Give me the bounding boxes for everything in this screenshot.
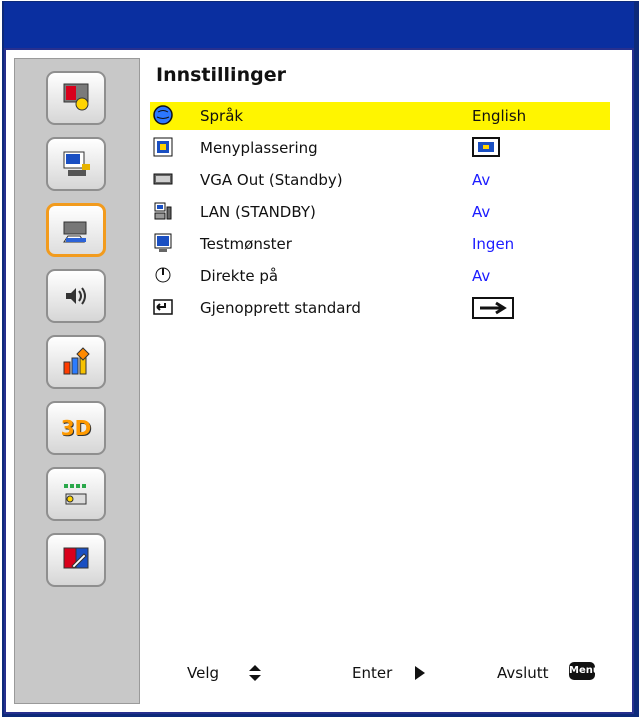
sidebar-item-interactive[interactable]	[46, 533, 106, 587]
sidebar-item-setup[interactable]	[46, 203, 106, 257]
enter-icon	[153, 299, 173, 315]
menu-row-direct-power[interactable]: Direkte på Av	[150, 262, 610, 290]
row-label: Språk	[200, 107, 244, 125]
sidebar-item-network[interactable]	[46, 467, 106, 521]
right-triangle-icon	[415, 666, 425, 680]
row-value: Av	[472, 203, 491, 221]
footer: Velg Enter Avslutt Menu	[142, 652, 628, 694]
audio-icon	[66, 287, 86, 305]
3d-icon: 3D	[60, 416, 92, 440]
sidebar: 3D	[14, 58, 140, 704]
menu-position-icon	[153, 137, 173, 157]
display-settings-icon	[63, 151, 90, 176]
row-label: Menyplassering	[200, 139, 318, 157]
arrow-right-icon	[480, 301, 507, 315]
menu-key-icon: Menu	[569, 662, 600, 680]
row-label: Direkte på	[200, 267, 279, 285]
options-icon	[63, 347, 90, 375]
row-value: Av	[472, 267, 491, 285]
row-value: Av	[472, 171, 491, 189]
menu-row-language[interactable]: Språk English	[150, 102, 610, 130]
top-bar	[4, 2, 634, 48]
sidebar-item-image[interactable]	[46, 71, 106, 125]
image-settings-icon	[63, 83, 89, 111]
row-value: English	[472, 107, 527, 125]
sidebar-item-display[interactable]	[46, 137, 106, 191]
row-label: Gjenopprett standard	[200, 299, 361, 317]
menu-row-reset[interactable]: Gjenopprett standard	[150, 294, 610, 322]
row-label: VGA Out (Standby)	[200, 171, 343, 189]
interactive-icon	[63, 547, 89, 569]
menu-row-lan[interactable]: LAN (STANDBY) Av	[150, 198, 610, 226]
setup-icon	[63, 221, 87, 243]
up-down-arrows-icon	[249, 665, 261, 681]
power-icon	[155, 267, 171, 283]
footer-exit-label: Avslutt	[497, 664, 549, 682]
footer-select-label: Velg	[187, 664, 220, 682]
row-label: Testmønster	[200, 235, 292, 253]
menu-position-selector[interactable]	[472, 137, 500, 157]
vga-port-icon	[153, 173, 173, 185]
sidebar-item-options[interactable]	[46, 335, 106, 389]
sidebar-item-audio[interactable]	[46, 269, 106, 323]
test-pattern-icon	[154, 233, 172, 252]
menu-row-menu-position[interactable]: Menyplassering	[150, 134, 610, 162]
menu-row-test-pattern[interactable]: Testmønster Ingen	[150, 230, 610, 258]
sidebar-item-3d[interactable]: 3D	[46, 401, 106, 455]
network-icon	[64, 484, 87, 505]
row-label: LAN (STANDBY)	[200, 203, 316, 221]
reset-arrow-button[interactable]	[472, 297, 514, 319]
page-title: Innstillinger	[156, 64, 286, 86]
lan-icon	[154, 202, 172, 220]
menu-row-vga-out[interactable]: VGA Out (Standby) Av	[150, 166, 610, 194]
language-icon	[153, 105, 173, 125]
row-value: Ingen	[472, 235, 515, 253]
footer-enter-label: Enter	[352, 664, 393, 682]
